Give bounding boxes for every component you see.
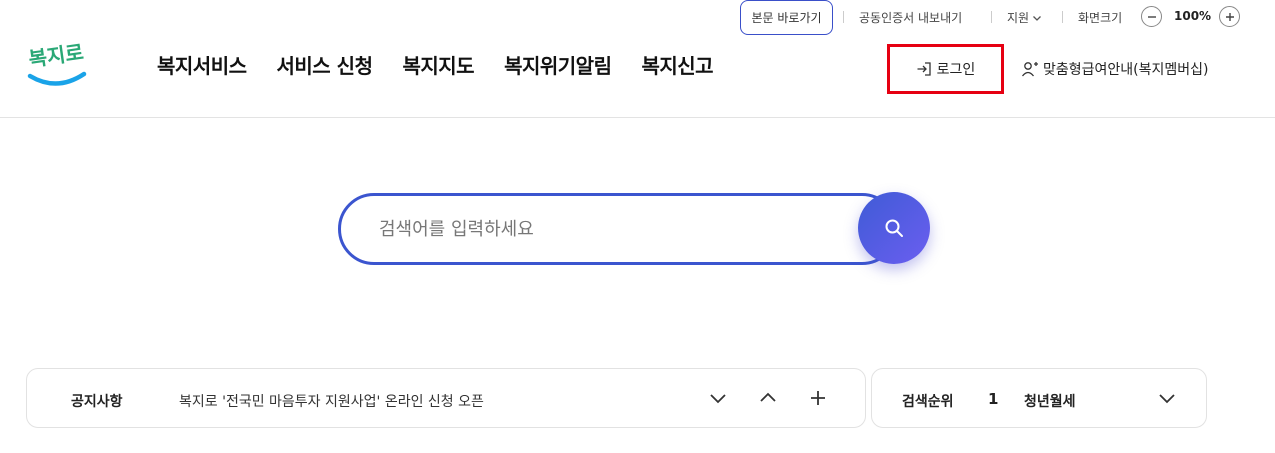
notice-more-button[interactable] (807, 387, 829, 409)
notice-title: 공지사항 (71, 394, 123, 410)
bokjiro-logo-icon: 복지로 (27, 40, 87, 86)
skip-to-content-link[interactable]: 본문 바로가기 (740, 0, 833, 35)
cert-export-link[interactable]: 공동인증서 내보내기 (859, 9, 962, 26)
zoom-label: 화면크기 (1078, 11, 1123, 25)
membership-label: 맞춤형급여안내(복지멤버십) (1043, 62, 1209, 78)
plus-icon (811, 391, 825, 405)
svg-text:복지로: 복지로 (27, 40, 85, 71)
nav-service-application[interactable]: 서비스 신청 (277, 50, 373, 79)
nav-welfare-map[interactable]: 복지지도 (402, 50, 474, 79)
nav-welfare-report[interactable]: 복지신고 (641, 50, 713, 79)
notice-bar: 공지사항 복지로 '전국민 마음투자 지원사업' 온라인 신청 오픈 (26, 368, 866, 428)
login-label: 로그인 (936, 62, 976, 78)
zoom-out-button[interactable] (1141, 6, 1162, 27)
search-rank-number: 1 (988, 390, 999, 408)
search-input[interactable] (379, 196, 849, 262)
chevron-down-icon (710, 394, 726, 404)
notice-headline-link[interactable]: 복지로 '전국민 마음투자 지원사업' 온라인 신청 오픈 (179, 391, 484, 411)
minus-icon (1147, 15, 1156, 18)
support-label: 지원 (1007, 11, 1030, 25)
main-navigation: 복지서비스 서비스 신청 복지지도 복지위기알림 복지신고 (157, 50, 714, 79)
nav-welfare-crisis-alert[interactable]: 복지위기알림 (504, 50, 612, 79)
login-button[interactable]: 로그인 (887, 44, 1004, 94)
notice-prev-button[interactable] (757, 387, 779, 409)
plus-icon (1225, 12, 1234, 21)
divider (991, 11, 992, 23)
zoom-value: 100% (1174, 9, 1212, 23)
divider (843, 11, 844, 23)
notice-next-button[interactable] (707, 387, 729, 409)
support-dropdown[interactable]: 지원 (1007, 9, 1042, 26)
site-logo[interactable]: 복지로 (26, 30, 88, 92)
nav-welfare-services[interactable]: 복지서비스 (157, 50, 247, 79)
search-rank-expand-button[interactable] (1156, 387, 1178, 409)
divider (1062, 11, 1063, 23)
chevron-down-icon (1033, 15, 1042, 21)
search-rank-bar: 검색순위 1 청년월세 (871, 368, 1207, 428)
membership-link[interactable]: 맞춤형급여안내(복지멤버십) (1021, 59, 1208, 79)
zoom-in-button[interactable] (1219, 6, 1240, 27)
user-add-icon (1021, 62, 1038, 77)
search-rank-title: 검색순위 (902, 394, 954, 410)
chevron-down-icon (1159, 394, 1175, 404)
utility-bar: 본문 바로가기 공동인증서 내보내기 지원 화면크기 100% (0, 0, 1275, 35)
search-button[interactable] (858, 192, 930, 264)
login-icon (917, 62, 931, 76)
search-box (338, 193, 898, 265)
header-divider (0, 117, 1275, 118)
search-icon (885, 219, 903, 237)
search-rank-keyword[interactable]: 청년월세 (1024, 391, 1076, 411)
chevron-up-icon (760, 392, 776, 402)
